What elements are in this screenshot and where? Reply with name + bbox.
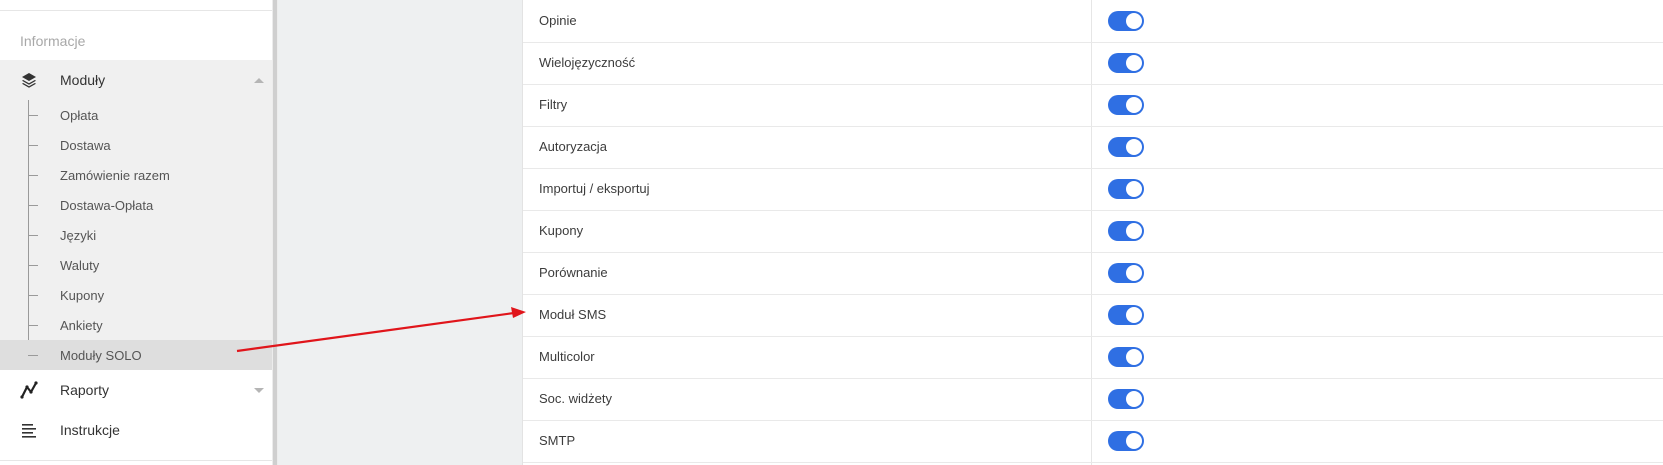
sidebar-subitem-waluty[interactable]: Waluty — [0, 250, 272, 280]
sidebar: Informacje Moduły Opłata Dostawa Zamówie… — [0, 0, 272, 465]
toggle-knob — [1126, 223, 1142, 239]
sidebar-item-modules[interactable]: Moduły — [0, 60, 272, 100]
module-toggle[interactable] — [1108, 137, 1144, 157]
module-toggle[interactable] — [1108, 221, 1144, 241]
module-name: Filtry — [539, 97, 568, 112]
table-row: Porównanie — [523, 252, 1663, 295]
divider — [0, 460, 272, 461]
section-label-informacje: Informacje — [20, 33, 86, 49]
toggle-knob — [1126, 97, 1142, 113]
module-name: Moduł SMS — [539, 307, 607, 322]
sidebar-item-reports[interactable]: Raporty — [0, 370, 272, 410]
module-toggle[interactable] — [1108, 53, 1144, 73]
tree-branch — [28, 115, 38, 116]
tree-branch — [28, 145, 38, 146]
sidebar-subitem-ankiety[interactable]: Ankiety — [0, 310, 272, 340]
table-row: Filtry — [523, 84, 1663, 127]
tree-branch — [28, 295, 38, 296]
sidebar-item-instructions[interactable]: Instrukcje — [0, 410, 272, 450]
chart-line-icon — [20, 381, 38, 399]
module-toggle[interactable] — [1108, 389, 1144, 409]
sidebar-subitem-label: Moduły SOLO — [60, 348, 142, 363]
module-name: Porównanie — [539, 265, 608, 280]
toggle-knob — [1126, 139, 1142, 155]
toggle-knob — [1126, 349, 1142, 365]
sidebar-subitem-label: Dostawa-Opłata — [60, 198, 154, 213]
module-name: Opinie — [539, 13, 577, 28]
module-name: Multicolor — [539, 349, 595, 364]
toggle-knob — [1126, 55, 1142, 71]
tree-branch — [28, 175, 38, 176]
align-left-icon — [20, 421, 38, 439]
chevron-down-icon[interactable] — [254, 388, 264, 393]
table-row: Moduł SMS — [523, 294, 1663, 337]
content-gutter — [278, 0, 522, 465]
sidebar-subitem-dostawa[interactable]: Dostawa — [0, 130, 272, 160]
module-name: Importuj / eksportuj — [539, 181, 650, 196]
sidebar-subitem-jezyki[interactable]: Języki — [0, 220, 272, 250]
module-toggle[interactable] — [1108, 305, 1144, 325]
sidebar-subitem-oplata[interactable]: Opłata — [0, 100, 272, 130]
modules-group: Moduły Opłata Dostawa Zamówienie razem D… — [0, 60, 272, 370]
toggle-knob — [1126, 13, 1142, 29]
table-row: Kupony — [523, 210, 1663, 253]
module-toggle[interactable] — [1108, 179, 1144, 199]
sidebar-subitem-dostawa-oplata[interactable]: Dostawa-Opłata — [0, 190, 272, 220]
sidebar-subitem-label: Ankiety — [60, 318, 103, 333]
table-row: Autoryzacja — [523, 126, 1663, 169]
sidebar-subitem-label: Waluty — [60, 258, 100, 273]
tree-branch — [28, 355, 38, 356]
module-toggle[interactable] — [1108, 11, 1144, 31]
modules-table: Opinie Wielojęzyczność Filtry Autoryzacj… — [522, 0, 1663, 465]
toggle-knob — [1126, 433, 1142, 449]
module-name: Kupony — [539, 223, 584, 238]
sidebar-item-label: Raporty — [60, 382, 110, 398]
table-row: Importuj / eksportuj — [523, 168, 1663, 211]
sidebar-item-label: Moduły — [60, 72, 106, 88]
sidebar-subitem-label: Zamówienie razem — [60, 168, 170, 183]
module-toggle[interactable] — [1108, 263, 1144, 283]
sidebar-subitem-moduly-solo[interactable]: Moduły SOLO — [0, 340, 272, 370]
sidebar-item-label: Instrukcje — [60, 422, 120, 438]
table-row: SMTP — [523, 420, 1663, 463]
sidebar-subitem-label: Kupony — [60, 288, 105, 303]
layers-icon — [20, 71, 38, 89]
sidebar-subitem-kupony[interactable]: Kupony — [0, 280, 272, 310]
toggle-knob — [1126, 265, 1142, 281]
tree-branch — [28, 235, 38, 236]
module-toggle[interactable] — [1108, 347, 1144, 367]
module-name: Wielojęzyczność — [539, 55, 636, 70]
toggle-knob — [1126, 307, 1142, 323]
table-row: Multicolor — [523, 336, 1663, 379]
sidebar-subitem-label: Dostawa — [60, 138, 111, 153]
table-row: Wielojęzyczność — [523, 42, 1663, 85]
sidebar-subitem-label: Języki — [60, 228, 97, 243]
chevron-up-icon[interactable] — [254, 78, 264, 83]
module-toggle[interactable] — [1108, 95, 1144, 115]
table-row: Soc. widżety — [523, 378, 1663, 421]
tree-branch — [28, 205, 38, 206]
sidebar-scrollbar-thumb[interactable] — [273, 0, 277, 465]
table-row: Opinie — [523, 0, 1663, 43]
sidebar-subitem-label: Opłata — [60, 108, 99, 123]
module-toggle[interactable] — [1108, 431, 1144, 451]
module-name: Autoryzacja — [539, 139, 607, 154]
module-name: SMTP — [539, 433, 576, 448]
toggle-knob — [1126, 391, 1142, 407]
tree-branch — [28, 265, 38, 266]
divider — [0, 10, 272, 11]
tree-branch — [28, 325, 38, 326]
toggle-knob — [1126, 181, 1142, 197]
module-name: Soc. widżety — [539, 391, 612, 406]
sidebar-subitem-zamowienie-razem[interactable]: Zamówienie razem — [0, 160, 272, 190]
